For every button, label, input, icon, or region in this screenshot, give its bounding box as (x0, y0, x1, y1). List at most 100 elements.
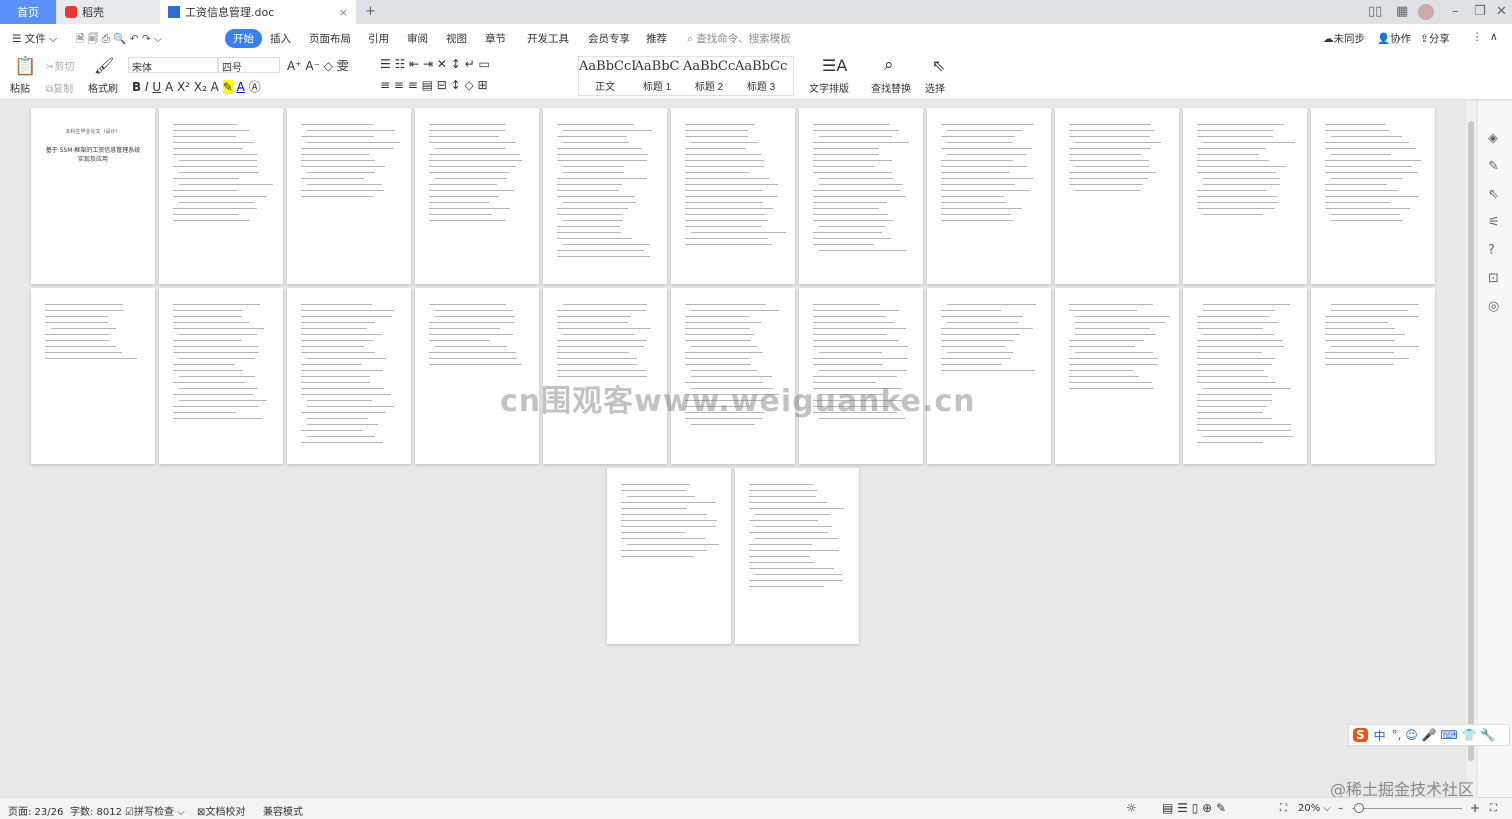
page-thumbnail[interactable] (543, 108, 667, 284)
font-size-select[interactable]: 四号 (218, 57, 280, 74)
page-thumbnail[interactable] (927, 108, 1051, 284)
share-button[interactable]: ⇪分享 (1420, 31, 1450, 46)
pointer-icon[interactable]: ⇖ (1488, 187, 1499, 202)
edit-icon[interactable]: ✎ (1488, 159, 1499, 174)
text-line (1197, 376, 1268, 377)
scroll-thumb[interactable] (1468, 121, 1474, 761)
eye-protect-icon[interactable]: ☼ (1126, 801, 1137, 815)
copy-button[interactable]: ⧉复制 (46, 80, 73, 95)
tab-document[interactable]: 工资信息管理.doc × (160, 0, 356, 24)
page-indicator[interactable]: 页面: 23/26 (8, 803, 63, 818)
page-thumbnail[interactable] (1183, 108, 1307, 284)
new-tab-button[interactable]: + (365, 4, 376, 19)
zoom-level[interactable]: 20% ⌵ (1298, 803, 1331, 814)
page-thumbnail[interactable] (159, 288, 283, 464)
page-thumbnail[interactable] (1311, 288, 1435, 464)
tab-home[interactable]: 首页 (0, 0, 56, 24)
page-thumbnail[interactable] (735, 468, 859, 644)
format-painter-button[interactable]: 格式刷 (88, 80, 118, 95)
cover-page[interactable]: 本科生毕业论文（设计） 基于 SSM 框架的工资信息管理系统实现及应用 (31, 108, 155, 284)
text-line (941, 358, 1011, 359)
fit-page-icon[interactable]: ⛶ (1280, 803, 1287, 814)
location-icon[interactable]: ◎ (1488, 299, 1499, 314)
spell-check-button[interactable]: ☑拼写检查 ⌵ (125, 803, 185, 818)
zoom-out-button[interactable]: – (1338, 803, 1343, 814)
menu-insert[interactable]: 插入 (270, 31, 291, 46)
page-thumbnail[interactable] (1055, 108, 1179, 284)
menu-start[interactable]: 开始 (225, 29, 262, 48)
list-indent-buttons[interactable]: ☰ ☷ ⇤ ⇥ ✕ ↕ ↵ ▭ (380, 57, 490, 71)
fullscreen-icon[interactable]: ⛶ (1490, 803, 1497, 814)
page-thumbnail[interactable] (415, 108, 539, 284)
menu-dev-tools[interactable]: 开发工具 (527, 31, 569, 46)
word-count[interactable]: 字数: 8012 (70, 803, 122, 818)
find-replace-button[interactable]: 查找替换 (871, 80, 911, 95)
page-thumbnail[interactable] (1055, 288, 1179, 464)
menu-view[interactable]: 视图 (446, 31, 467, 46)
menu-page-layout[interactable]: 页面布局 (309, 31, 351, 46)
help-icon[interactable]: ? (1488, 243, 1495, 258)
format-painter-icon[interactable]: 🖌 (94, 56, 114, 75)
page-thumbnail[interactable] (1311, 108, 1435, 284)
align-buttons[interactable]: ≡ ≡ ≡ ▤ ⊟ ↕ ◇ ⊞ (380, 78, 488, 92)
restore-button[interactable]: ❐ (1474, 4, 1486, 19)
font-tools-row1[interactable]: A⁺ A⁻ ◇ 雯 (287, 57, 349, 74)
text-line (1331, 346, 1419, 347)
ai-icon[interactable]: ◈ (1488, 131, 1498, 146)
file-menu[interactable]: ☰ 文件 ⌵ (12, 31, 57, 46)
proofread-button[interactable]: ⊠文档校对 (197, 803, 245, 818)
menu-chapter[interactable]: 章节 (485, 31, 506, 46)
zoom-slider-handle[interactable] (1354, 803, 1364, 813)
ime-mode[interactable]: 中 (1374, 727, 1386, 744)
font-family-select[interactable]: 宋体 (128, 57, 218, 74)
page-thumbnail[interactable] (671, 108, 795, 284)
view-mode-icons[interactable]: ▤ ☰ ▯ ⊕ ✎ (1162, 801, 1226, 815)
style-heading-1[interactable]: AaBbC 标题 1 (631, 59, 683, 93)
font-format-buttons[interactable]: B I U A X² X₂ A ✎ A Ⓐ (132, 78, 261, 95)
more-icon[interactable]: ⋮ (1472, 31, 1483, 43)
page-thumbnail[interactable] (159, 108, 283, 284)
cut-button[interactable]: ✂剪切 (46, 58, 74, 73)
page-thumbnail[interactable] (1183, 288, 1307, 464)
tab-daoke[interactable]: 稻壳 (57, 0, 160, 24)
ime-toolbar[interactable]: S 中 °, ☺ 🎤 ⌨ 👕 🔧 (1348, 724, 1510, 746)
page-thumbnail[interactable] (31, 288, 155, 464)
text-line (429, 202, 490, 203)
collapse-ribbon-icon[interactable]: ∧ (1490, 31, 1498, 43)
reading-mode-icon[interactable]: ▯▯ (1368, 4, 1382, 19)
quick-access-icons[interactable]: 🗎 🗐 ⎙ 🔍 ↶ ↷ ⌵ (76, 31, 162, 49)
ime-tools-icons[interactable]: °, ☺ 🎤 ⌨ 👕 🔧 (1392, 728, 1496, 742)
settings-icon[interactable]: ⚟ (1488, 215, 1500, 230)
vertical-scrollbar[interactable] (1466, 101, 1476, 797)
select-button[interactable]: 选择 (925, 80, 945, 95)
zoom-slider[interactable] (1352, 808, 1462, 809)
menu-review[interactable]: 审阅 (407, 31, 428, 46)
text-layout-icon[interactable]: ☰A (822, 56, 847, 75)
paste-icon[interactable]: 📋 (14, 56, 36, 77)
menu-member[interactable]: 会员专享 (588, 31, 630, 46)
command-search[interactable]: ⌕ 查找命令、搜索模板 (687, 31, 791, 46)
document-canvas[interactable]: 本科生毕业论文（设计） 基于 SSM 框架的工资信息管理系统实现及应用 cn围观… (0, 101, 1466, 797)
collab-button[interactable]: 👤协作 (1377, 31, 1411, 46)
text-layout-button[interactable]: 文字排版 (809, 80, 849, 95)
avatar[interactable] (1418, 4, 1434, 20)
page-thumbnail[interactable] (287, 288, 411, 464)
backup-icon[interactable]: ⊡ (1488, 271, 1499, 286)
menu-references[interactable]: 引用 (368, 31, 389, 46)
apps-grid-icon[interactable]: ▦ (1396, 4, 1408, 19)
sync-button[interactable]: ☁未同步 (1323, 31, 1365, 46)
search-icon[interactable]: ⌕ (884, 55, 894, 75)
minimize-button[interactable]: – (1452, 4, 1459, 19)
style-normal[interactable]: AaBbCcI 正文 (579, 59, 636, 93)
menu-recommend[interactable]: 推荐 (646, 31, 667, 46)
style-heading-3[interactable]: AaBbCc 标题 3 (735, 59, 787, 93)
close-window-button[interactable]: ✕ (1496, 4, 1507, 19)
page-thumbnail[interactable] (607, 468, 731, 644)
zoom-in-button[interactable]: + (1470, 801, 1480, 815)
page-thumbnail[interactable] (287, 108, 411, 284)
close-tab-icon[interactable]: × (339, 6, 348, 19)
cursor-icon[interactable]: ⇖ (932, 56, 945, 75)
paste-button[interactable]: 粘贴 (10, 80, 30, 95)
style-heading-2[interactable]: AaBbCc 标题 2 (683, 59, 735, 93)
page-thumbnail[interactable] (799, 108, 923, 284)
